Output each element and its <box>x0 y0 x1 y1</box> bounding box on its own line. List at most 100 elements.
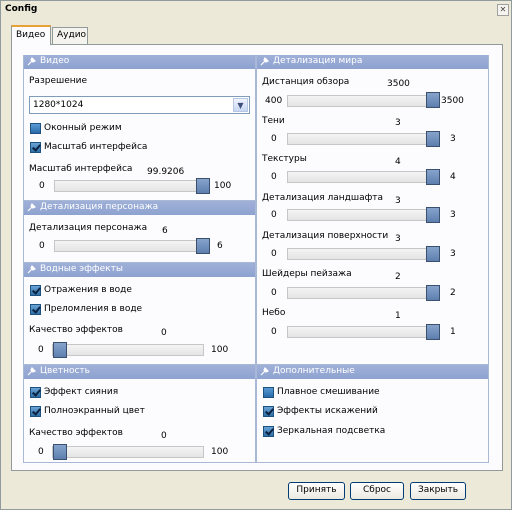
sky-slider-thumb[interactable] <box>426 324 440 340</box>
refractions-checkbox[interactable] <box>30 304 41 315</box>
video-tab-panel: Видео Разрешение 1280*1024 ▼ Оконный реж… <box>11 44 503 471</box>
view-distance-value: 3500 <box>387 79 410 89</box>
reflections-checkbox[interactable] <box>30 285 41 296</box>
character-detail-slider-thumb[interactable] <box>196 238 210 254</box>
shadows-slider-track[interactable] <box>287 133 437 145</box>
distortion-label: Эффекты искажений <box>277 406 378 416</box>
reflections-label: Отражения в воде <box>44 285 132 295</box>
color-quality-slider-thumb[interactable] <box>53 444 67 460</box>
shaders-value: 2 <box>395 272 401 282</box>
title-bar: Config ✕ <box>1 1 511 19</box>
shaders-min: 0 <box>271 288 277 298</box>
water-quality-slider-thumb[interactable] <box>53 342 67 358</box>
shaders-max: 2 <box>450 288 456 298</box>
shadows-slider-thumb[interactable] <box>426 131 440 147</box>
character-detail-max: 6 <box>217 241 223 251</box>
color-quality-label: Качество эффектов <box>29 428 123 438</box>
textures-slider-thumb[interactable] <box>426 169 440 185</box>
landscape-min: 0 <box>271 210 277 220</box>
view-distance-max: 3500 <box>441 96 464 106</box>
extra-section-title: Дополнительные <box>273 366 355 376</box>
ui-scale-slider-track[interactable] <box>54 180 210 192</box>
settings-icon <box>260 367 269 376</box>
landscape-max: 3 <box>450 210 456 220</box>
ui-scale-checkbox[interactable] <box>30 142 41 153</box>
shaders-slider-thumb[interactable] <box>426 285 440 301</box>
water-quality-label: Качество эффектов <box>29 325 123 335</box>
character-section: Детализация персонажа Детализация персон… <box>23 201 256 263</box>
fullscreen-color-label: Полноэкранный цвет <box>44 406 145 416</box>
smooth-blend-checkbox[interactable] <box>263 387 274 398</box>
water-quality-slider-track[interactable] <box>52 344 204 356</box>
video-section-header: Видео <box>24 55 255 69</box>
water-section-title: Водные эффекты <box>40 264 123 274</box>
textures-label: Текстуры <box>262 154 307 164</box>
ui-scale-slider-label: Масштаб интерфейса <box>29 164 133 174</box>
shaders-label: Шейдеры пейзажа <box>262 269 352 279</box>
shadows-max: 3 <box>450 134 456 144</box>
video-section-title: Видео <box>40 56 70 66</box>
view-distance-slider-track[interactable] <box>287 95 437 107</box>
surface-slider-track[interactable] <box>287 248 437 260</box>
view-distance-slider-thumb[interactable] <box>426 92 440 108</box>
landscape-slider-track[interactable] <box>287 209 437 221</box>
character-section-header: Детализация персонажа <box>24 201 255 215</box>
windowed-label: Оконный режим <box>44 123 122 133</box>
water-quality-max: 100 <box>211 345 229 355</box>
settings-icon <box>260 57 269 66</box>
close-button[interactable]: Закрыть <box>410 482 466 500</box>
fullscreen-color-checkbox[interactable] <box>30 406 41 417</box>
shadows-value: 3 <box>395 118 401 128</box>
mirror-label: Зеркальная подсветка <box>277 426 386 436</box>
surface-min: 0 <box>271 249 277 259</box>
landscape-label: Детализация ландшафта <box>262 193 384 203</box>
textures-min: 0 <box>271 172 277 182</box>
sky-min: 0 <box>271 327 277 337</box>
settings-icon <box>27 367 36 376</box>
surface-label: Детализация поверхности <box>262 231 389 241</box>
textures-value: 4 <box>395 157 401 167</box>
surface-slider-thumb[interactable] <box>426 246 440 262</box>
config-window: Config ✕ Видео Аудио Видео Разрешение 12… <box>0 0 512 510</box>
settings-icon <box>27 203 36 212</box>
close-icon[interactable]: ✕ <box>497 4 509 16</box>
sky-slider-track[interactable] <box>287 326 437 338</box>
glow-checkbox[interactable] <box>30 387 41 398</box>
shadows-label: Тени <box>262 116 285 126</box>
textures-slider-track[interactable] <box>287 171 437 183</box>
water-section: Водные эффекты Отражения в воде Преломле… <box>23 263 256 365</box>
sky-max: 1 <box>450 327 456 337</box>
color-quality-slider-track[interactable] <box>52 446 204 458</box>
refractions-label: Преломления в воде <box>44 304 143 314</box>
reset-button[interactable]: Сброс <box>350 482 404 500</box>
apply-button[interactable]: Принять <box>288 482 345 500</box>
shaders-slider-track[interactable] <box>287 287 437 299</box>
color-section-title: Цветность <box>40 366 90 376</box>
character-section-title: Детализация персонажа <box>40 202 159 212</box>
tab-video[interactable]: Видео <box>11 25 51 45</box>
ui-scale-max: 100 <box>214 181 232 191</box>
extra-section-header: Дополнительные <box>257 365 488 379</box>
ui-scale-check-label: Масштаб интерфейса <box>44 142 148 152</box>
chevron-down-icon[interactable]: ▼ <box>233 98 248 112</box>
windowed-checkbox[interactable] <box>30 123 41 134</box>
character-detail-value: 6 <box>162 226 168 236</box>
smooth-blend-label: Плавное смешивание <box>277 387 380 397</box>
shadows-min: 0 <box>271 134 277 144</box>
color-quality-value: 0 <box>161 431 167 441</box>
ui-scale-slider-thumb[interactable] <box>196 178 210 194</box>
resolution-select[interactable]: 1280*1024 ▼ <box>29 96 250 114</box>
character-detail-label: Детализация персонажа <box>29 223 148 233</box>
color-section-header: Цветность <box>24 365 255 379</box>
settings-icon <box>27 265 36 274</box>
tab-audio[interactable]: Аудио <box>52 27 88 44</box>
distortion-checkbox[interactable] <box>263 406 274 417</box>
tab-audio-label: Аудио <box>57 30 87 40</box>
sky-label: Небо <box>262 308 286 318</box>
water-quality-value: 0 <box>161 328 167 338</box>
character-detail-slider-track[interactable] <box>54 240 210 252</box>
mirror-checkbox[interactable] <box>263 426 274 437</box>
world-section-title: Детализация мира <box>273 56 363 66</box>
landscape-slider-thumb[interactable] <box>426 207 440 223</box>
view-distance-label: Дистанция обзора <box>262 77 350 87</box>
